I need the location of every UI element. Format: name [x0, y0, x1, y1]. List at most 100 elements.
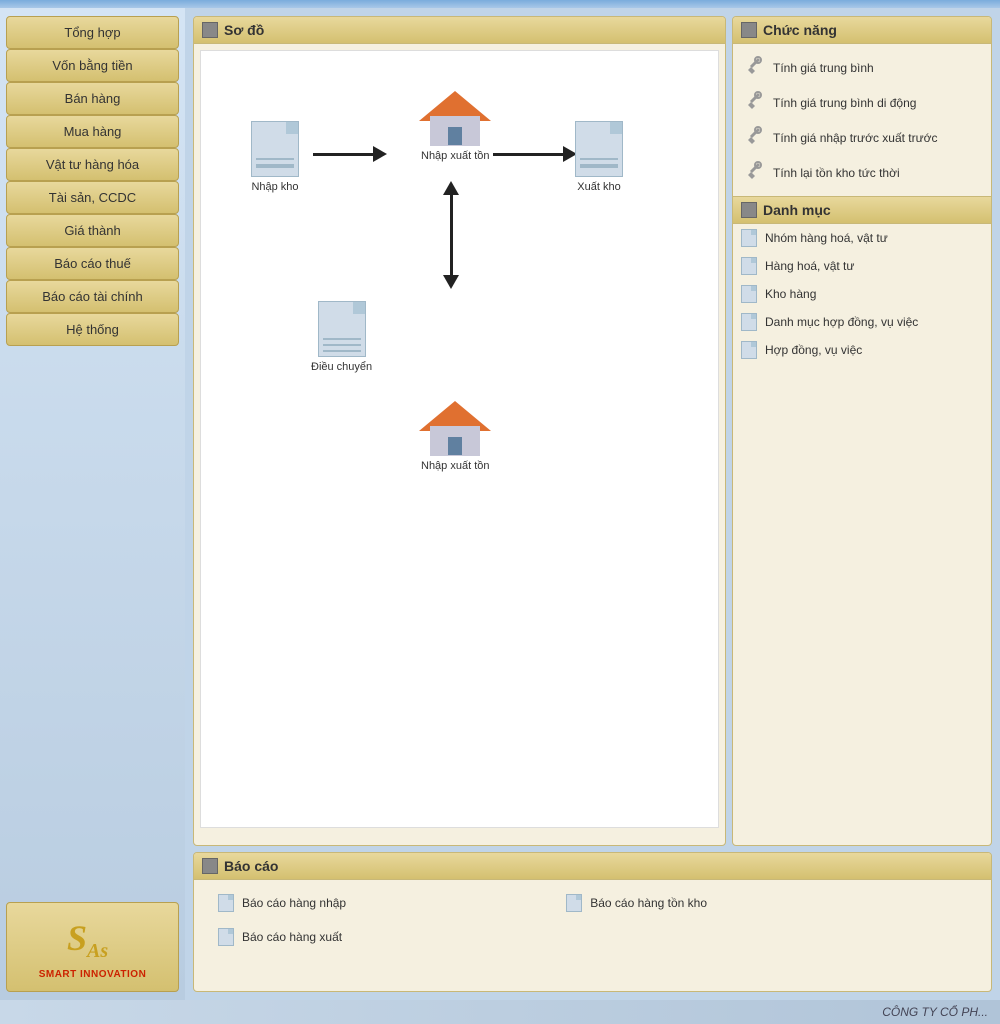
chuc-nang-icon: [741, 22, 757, 38]
danh-muc-item[interactable]: Nhóm hàng hoá, vật tư: [733, 224, 991, 252]
bao-cao-panel: Báo cáo Báo cáo hàng nhập Báo cáo hàng tồ…: [193, 852, 992, 992]
danh-muc-content: Nhóm hàng hoá, vật tư Hàng hoá, vật tư Kho…: [733, 224, 991, 364]
bao-cao-item-label: Báo cáo hàng xuất: [242, 930, 342, 944]
tool-icon: [745, 126, 765, 149]
diagram: Nhập kho: [221, 71, 698, 807]
danh-muc-item[interactable]: Hợp đồng, vụ việc: [733, 336, 991, 364]
nhap-xuat-ton-bottom-label: Nhập xuất tồn: [421, 460, 490, 472]
sidebar-item-gia-thanh[interactable]: Giá thành: [6, 214, 179, 247]
sidebar: Tổng hợpVốn bằng tiềnBán hàngMua hàngVật…: [0, 8, 185, 1000]
sidebar-item-mua-hang[interactable]: Mua hàng: [6, 115, 179, 148]
house-door-top: [448, 127, 462, 145]
bao-cao-header: Báo cáo: [194, 853, 991, 880]
chuc-nang-label: Tính giá trung bình di động: [773, 96, 916, 110]
chuc-nang-panel: Chức năng Tính giá trung bìnhTính giá tr…: [732, 16, 992, 846]
danh-muc-label: Danh mục hợp đồng, vụ việc: [765, 315, 918, 329]
sidebar-item-tong-hop[interactable]: Tổng hợp: [6, 16, 179, 49]
bao-cao-item[interactable]: Báo cáo hàng xuất: [210, 922, 554, 952]
arrow-head-down: [443, 275, 459, 289]
arrow-line-2: [493, 153, 563, 156]
danh-muc-icon: [741, 202, 757, 218]
bao-cao-item[interactable]: Báo cáo hàng tồn kho: [558, 888, 902, 918]
svg-text:As: As: [85, 940, 108, 960]
nhap-xuat-ton-bottom-node[interactable]: Nhập xuất tồn: [421, 401, 490, 472]
arrow-1: [313, 146, 387, 162]
danh-muc-title: Danh mục: [763, 202, 831, 218]
sodo-diagram: Nhập kho: [200, 50, 719, 828]
chuc-nang-item[interactable]: Tính giá trung bình: [737, 50, 987, 85]
nhap-xuat-ton-top-node[interactable]: Nhập xuất tồn: [421, 91, 490, 162]
xuat-kho-label: Xuất kho: [577, 181, 620, 193]
bao-cao-content: Báo cáo hàng nhập Báo cáo hàng tồn kho Báo…: [194, 880, 991, 960]
doc-small-icon: [741, 229, 757, 247]
arrow-head-1: [373, 146, 387, 162]
doc-small-icon: [741, 285, 757, 303]
nhap-kho-icon: [251, 121, 299, 177]
danh-muc-label: Nhóm hàng hoá, vật tư: [765, 231, 888, 245]
nhap-xuat-ton-bottom-icon: [425, 401, 485, 456]
chuc-nang-content: Tính giá trung bình Tính giá trung bình d…: [733, 44, 991, 196]
bao-cao-item-label: Báo cáo hàng tồn kho: [590, 896, 707, 910]
sidebar-item-he-thong[interactable]: Hệ thống: [6, 313, 179, 346]
nhap-xuat-ton-top-icon: [425, 91, 485, 146]
logo-text: SMART INNOVATION: [39, 969, 147, 980]
dieu-chuyen-label: Điều chuyển: [311, 361, 372, 373]
sodo-panel: Sơ đồ Nhập kho: [193, 16, 726, 846]
danh-muc-label: Hàng hoá, vật tư: [765, 259, 854, 273]
chuc-nang-item[interactable]: Tính giá nhập trước xuất trước: [737, 120, 987, 155]
sodo-title: Sơ đồ: [224, 22, 264, 38]
doc-small-icon: [741, 313, 757, 331]
xuat-kho-icon: [575, 121, 623, 177]
logo-emblem: S As: [65, 915, 120, 965]
sidebar-item-ban-hang[interactable]: Bán hàng: [6, 82, 179, 115]
content-area: Sơ đồ Nhập kho: [185, 8, 1000, 1000]
bao-cao-doc-icon: [218, 928, 234, 946]
company-name: CÔNG TY CỔ PH...: [882, 1005, 988, 1019]
xuat-kho-node[interactable]: Xuất kho: [575, 121, 623, 193]
sidebar-item-bao-cao-thue[interactable]: Báo cáo thuế: [6, 247, 179, 280]
logo-area: S As SMART INNOVATION: [6, 902, 179, 992]
doc-small-icon: [741, 341, 757, 359]
sidebar-item-vat-tu-hang-hoa[interactable]: Vật tư hàng hóa: [6, 148, 179, 181]
nhap-kho-label: Nhập kho: [251, 181, 298, 193]
dieu-chuyen-icon: [318, 301, 366, 357]
tool-icon: [745, 161, 765, 184]
chuc-nang-label: Tính lại tồn kho tức thời: [773, 166, 900, 180]
bao-cao-doc-icon: [218, 894, 234, 912]
chuc-nang-item[interactable]: Tính lại tồn kho tức thời: [737, 155, 987, 190]
dieu-chuyen-node[interactable]: Điều chuyển: [311, 301, 372, 373]
arrow-2: [493, 146, 577, 162]
danh-muc-item[interactable]: Kho hàng: [733, 280, 991, 308]
danh-muc-label: Hợp đồng, vụ việc: [765, 343, 862, 357]
bao-cao-icon: [202, 858, 218, 874]
tool-icon: [745, 91, 765, 114]
danh-muc-header: Danh mục: [733, 196, 991, 224]
top-row: Sơ đồ Nhập kho: [193, 16, 992, 846]
chuc-nang-label: Tính giá nhập trước xuất trước: [773, 131, 938, 145]
chuc-nang-header: Chức năng: [733, 17, 991, 44]
nhap-xuat-ton-top-label: Nhập xuất tồn: [421, 150, 490, 162]
danh-muc-item[interactable]: Hàng hoá, vật tư: [733, 252, 991, 280]
bottom-bar: CÔNG TY CỔ PH...: [0, 1000, 1000, 1024]
main-layout: Tổng hợpVốn bằng tiềnBán hàngMua hàngVật…: [0, 8, 1000, 1000]
arrow-vertical: [443, 181, 459, 289]
sidebar-item-bao-cao-tai-chinh[interactable]: Báo cáo tài chính: [6, 280, 179, 313]
top-bar: [0, 0, 1000, 8]
arrow-line-v: [450, 195, 453, 275]
bao-cao-title: Báo cáo: [224, 858, 278, 874]
danh-muc-label: Kho hàng: [765, 287, 816, 301]
chuc-nang-label: Tính giá trung bình: [773, 61, 874, 75]
sodo-header: Sơ đồ: [194, 17, 725, 44]
arrow-line-1: [313, 153, 373, 156]
sidebar-item-von-bang-tien[interactable]: Vốn bằng tiền: [6, 49, 179, 82]
sodo-icon: [202, 22, 218, 38]
danh-muc-item[interactable]: Danh mục hợp đồng, vụ việc: [733, 308, 991, 336]
nhap-kho-node[interactable]: Nhập kho: [251, 121, 299, 193]
sidebar-item-tai-san-ccdc[interactable]: Tài sản, CCDC: [6, 181, 179, 214]
chuc-nang-item[interactable]: Tính giá trung bình di động: [737, 85, 987, 120]
bao-cao-item[interactable]: Báo cáo hàng nhập: [210, 888, 554, 918]
doc-small-icon: [741, 257, 757, 275]
svg-text:S: S: [67, 918, 87, 958]
bao-cao-item-label: Báo cáo hàng nhập: [242, 896, 346, 910]
house-body-bottom: [430, 426, 480, 456]
